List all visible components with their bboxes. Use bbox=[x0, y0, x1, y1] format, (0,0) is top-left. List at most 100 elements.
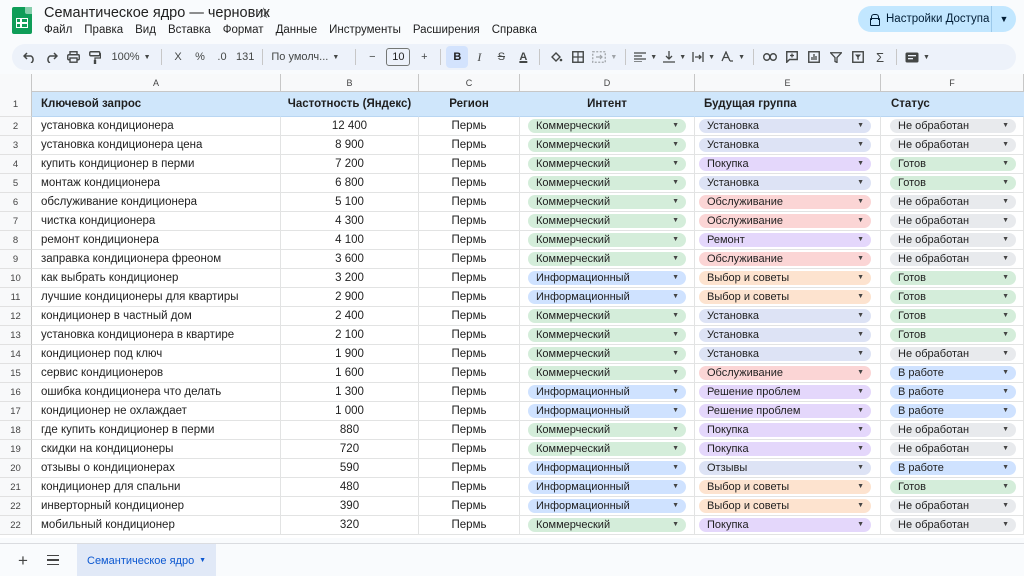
add-sheet-icon[interactable]: + bbox=[18, 551, 28, 571]
status-cell[interactable]: Не обработан ▼ bbox=[881, 421, 1024, 440]
group-cell[interactable]: Установка ▼ bbox=[695, 174, 881, 193]
frequency-cell[interactable]: 8 900 bbox=[281, 136, 419, 155]
group-cell[interactable]: Установка ▼ bbox=[695, 117, 881, 136]
group-chip[interactable]: Обслуживание ▼ bbox=[699, 214, 871, 228]
keyword-cell[interactable]: где купить кондиционер в перми bbox=[32, 421, 281, 440]
region-cell[interactable]: Пермь bbox=[419, 402, 520, 421]
status-chip[interactable]: Готов ▼ bbox=[890, 328, 1016, 342]
group-cell[interactable]: Выбор и советы ▼ bbox=[695, 478, 881, 497]
merge-cells-icon[interactable]: ▼ bbox=[589, 46, 620, 68]
intent-chip[interactable]: Коммерческий ▼ bbox=[528, 252, 686, 266]
document-title[interactable]: Семантическое ядро — черновик bbox=[44, 5, 270, 21]
row-number[interactable]: 14 bbox=[0, 345, 32, 364]
region-cell[interactable]: Пермь bbox=[419, 136, 520, 155]
group-chip[interactable]: Ремонт ▼ bbox=[699, 233, 871, 247]
status-chip[interactable]: Готов ▼ bbox=[890, 271, 1016, 285]
frequency-cell[interactable]: 4 300 bbox=[281, 212, 419, 231]
header-region[interactable]: Регион bbox=[419, 92, 520, 117]
status-cell[interactable]: Готов ▼ bbox=[881, 478, 1024, 497]
region-cell[interactable]: Пермь bbox=[419, 478, 520, 497]
region-cell[interactable]: Пермь bbox=[419, 117, 520, 136]
group-cell[interactable]: Покупка ▼ bbox=[695, 516, 881, 535]
intent-chip[interactable]: Информационный ▼ bbox=[528, 480, 686, 494]
region-cell[interactable]: Пермь bbox=[419, 231, 520, 250]
row-number[interactable]: 4 bbox=[0, 155, 32, 174]
group-cell[interactable]: Установка ▼ bbox=[695, 326, 881, 345]
frequency-cell[interactable]: 320 bbox=[281, 516, 419, 535]
frequency-cell[interactable]: 6 800 bbox=[281, 174, 419, 193]
keyword-cell[interactable]: инверторный кондиционер bbox=[32, 497, 281, 516]
row-number[interactable]: 21 bbox=[0, 478, 32, 497]
group-cell[interactable]: Обслуживание ▼ bbox=[695, 364, 881, 383]
column-header-b[interactable]: B bbox=[281, 74, 419, 92]
keyword-cell[interactable]: как выбрать кондиционер bbox=[32, 269, 281, 288]
keyword-cell[interactable]: ремонт кондиционера bbox=[32, 231, 281, 250]
intent-chip[interactable]: Коммерческий ▼ bbox=[528, 214, 686, 228]
filter-views-icon[interactable] bbox=[847, 46, 869, 68]
status-cell[interactable]: В работе ▼ bbox=[881, 383, 1024, 402]
row-number[interactable]: 6 bbox=[0, 193, 32, 212]
status-chip[interactable]: Не обработан ▼ bbox=[890, 233, 1016, 247]
status-chip[interactable]: Готов ▼ bbox=[890, 157, 1016, 171]
frequency-cell[interactable]: 590 bbox=[281, 459, 419, 478]
status-chip[interactable]: Не обработан ▼ bbox=[890, 252, 1016, 266]
frequency-cell[interactable]: 3 600 bbox=[281, 250, 419, 269]
frequency-cell[interactable]: 4 100 bbox=[281, 231, 419, 250]
intent-cell[interactable]: Коммерческий ▼ bbox=[520, 345, 695, 364]
keyword-cell[interactable]: установка кондиционера в квартире bbox=[32, 326, 281, 345]
frequency-cell[interactable]: 5 100 bbox=[281, 193, 419, 212]
status-cell[interactable]: Не обработан ▼ bbox=[881, 345, 1024, 364]
keyword-cell[interactable]: установка кондиционера bbox=[32, 117, 281, 136]
status-cell[interactable]: Готов ▼ bbox=[881, 174, 1024, 193]
row-number[interactable]: 9 bbox=[0, 250, 32, 269]
italic-button[interactable]: I bbox=[468, 46, 490, 68]
intent-cell[interactable]: Коммерческий ▼ bbox=[520, 231, 695, 250]
status-chip[interactable]: Не обработан ▼ bbox=[890, 423, 1016, 437]
status-chip[interactable]: Не обработан ▼ bbox=[890, 518, 1016, 532]
group-chip[interactable]: Обслуживание ▼ bbox=[699, 195, 871, 209]
intent-chip[interactable]: Информационный ▼ bbox=[528, 404, 686, 418]
header-frequency[interactable]: Частотность (Яндекс) bbox=[281, 92, 419, 117]
intent-chip[interactable]: Коммерческий ▼ bbox=[528, 518, 686, 532]
keyword-cell[interactable]: кондиционер не охлаждает bbox=[32, 402, 281, 421]
status-chip[interactable]: Не обработан ▼ bbox=[890, 214, 1016, 228]
increase-font-size-button[interactable]: + bbox=[413, 46, 435, 68]
intent-cell[interactable]: Информационный ▼ bbox=[520, 269, 695, 288]
group-chip[interactable]: Отзывы ▼ bbox=[699, 461, 871, 475]
group-cell[interactable]: Установка ▼ bbox=[695, 136, 881, 155]
functions-icon[interactable]: Σ bbox=[869, 46, 891, 68]
keyword-cell[interactable]: заправка кондиционера фреоном bbox=[32, 250, 281, 269]
group-chip[interactable]: Выбор и советы ▼ bbox=[699, 480, 871, 494]
group-chip[interactable]: Решение проблем ▼ bbox=[699, 404, 871, 418]
zoom-select[interactable]: 100% ▼ bbox=[106, 46, 156, 68]
row-number[interactable]: 13 bbox=[0, 326, 32, 345]
group-cell[interactable]: Ремонт ▼ bbox=[695, 231, 881, 250]
status-chip[interactable]: Не обработан ▼ bbox=[890, 119, 1016, 133]
intent-chip[interactable]: Коммерческий ▼ bbox=[528, 119, 686, 133]
frequency-cell[interactable]: 1 600 bbox=[281, 364, 419, 383]
sheet-tab[interactable]: Семантическое ядро ▼ bbox=[77, 544, 216, 576]
row-number[interactable]: 18 bbox=[0, 421, 32, 440]
bold-button[interactable]: B bbox=[446, 46, 469, 68]
status-cell[interactable]: Не обработан ▼ bbox=[881, 231, 1024, 250]
keyword-cell[interactable]: кондиционер для спальни bbox=[32, 478, 281, 497]
region-cell[interactable]: Пермь bbox=[419, 440, 520, 459]
strikethrough-button[interactable]: S bbox=[490, 46, 512, 68]
intent-cell[interactable]: Коммерческий ▼ bbox=[520, 250, 695, 269]
status-chip[interactable]: Не обработан ▼ bbox=[890, 499, 1016, 513]
vertical-align-icon[interactable]: ▼ bbox=[660, 46, 689, 68]
text-color-button[interactable]: A bbox=[512, 46, 534, 68]
menu-data[interactable]: Данные bbox=[270, 23, 324, 37]
row-number[interactable]: 5 bbox=[0, 174, 32, 193]
filter-icon[interactable] bbox=[825, 46, 847, 68]
intent-chip[interactable]: Коммерческий ▼ bbox=[528, 328, 686, 342]
intent-chip[interactable]: Информационный ▼ bbox=[528, 461, 686, 475]
keyword-cell[interactable]: чистка кондиционера bbox=[32, 212, 281, 231]
row-number[interactable]: 22 bbox=[0, 516, 32, 535]
group-chip[interactable]: Покупка ▼ bbox=[699, 423, 871, 437]
intent-cell[interactable]: Коммерческий ▼ bbox=[520, 136, 695, 155]
status-chip[interactable]: Не обработан ▼ bbox=[890, 195, 1016, 209]
borders-icon[interactable] bbox=[567, 46, 589, 68]
row-number[interactable]: 20 bbox=[0, 459, 32, 478]
row-number[interactable]: 12 bbox=[0, 307, 32, 326]
